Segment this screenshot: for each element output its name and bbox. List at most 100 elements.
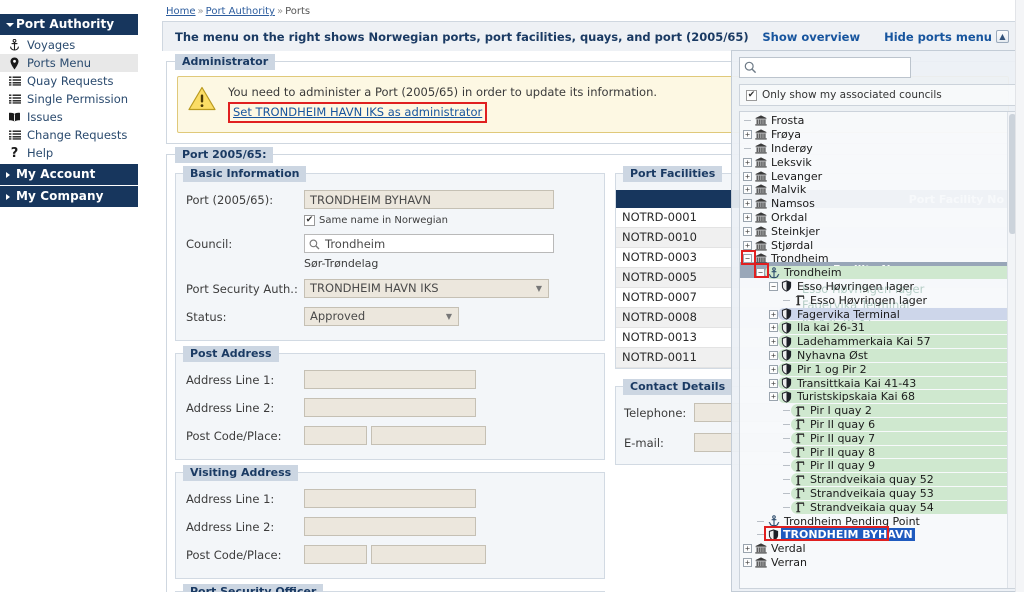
expand-icon[interactable]: + [768, 378, 779, 388]
post-place-input[interactable] [371, 426, 486, 445]
expand-icon[interactable]: + [742, 544, 753, 554]
warning-triangle-icon [188, 86, 216, 114]
expand-icon[interactable]: + [742, 171, 753, 181]
sidebar-item-quay-requests[interactable]: Quay Requests [0, 72, 138, 90]
post-address-line-2-input[interactable] [304, 398, 476, 417]
set-administrator-link[interactable]: Set TRONDHEIM HAVN IKS as administrator [228, 102, 488, 123]
tree-node[interactable]: + Steinkjer [740, 224, 1016, 238]
expand-icon[interactable]: + [742, 212, 753, 222]
page-scrollbar[interactable] [1015, 0, 1024, 592]
status-value: Approved [310, 309, 366, 323]
post-address-line-1-input[interactable] [304, 370, 476, 389]
tree-node[interactable]: + Levanger [740, 169, 1016, 183]
show-overview-link[interactable]: Show overview [762, 30, 860, 44]
tree-node[interactable]: Pir I quay 2 [740, 404, 1016, 418]
visiting-address-legend: Visiting Address [183, 465, 299, 481]
collapse-icon[interactable]: − [742, 254, 753, 264]
expand-icon[interactable]: + [768, 337, 779, 347]
sidebar-item-help[interactable]: ? Help [0, 144, 138, 162]
sidebar-item-voyages[interactable]: Voyages [0, 36, 138, 54]
tree-node[interactable]: + Turistskipskaia Kai 68 [740, 390, 1016, 404]
ports-menu-search[interactable] [739, 57, 911, 78]
crane-icon [792, 501, 807, 513]
tree-node[interactable]: Inderøy [740, 142, 1016, 156]
expand-icon[interactable]: + [742, 199, 753, 209]
port-security-auth-select[interactable]: TRONDHEIM HAVN IKS ▼ [304, 279, 549, 298]
visiting-post-code-input[interactable] [304, 545, 367, 564]
port-name-input[interactable]: TRONDHEIM BYHAVN [304, 190, 554, 209]
expand-icon[interactable]: + [768, 392, 779, 402]
chevron-up-icon[interactable]: ▲ [996, 30, 1009, 43]
tree-node[interactable]: + Leksvik [740, 155, 1016, 169]
notice-actions: Show overview Hide ports menu ▲ [762, 30, 1009, 44]
tree-node[interactable]: Pir II quay 9 [740, 459, 1016, 473]
same-name-checkbox[interactable]: ✔ [304, 215, 315, 226]
tree-node[interactable]: Strandveikaia quay 52 [740, 473, 1016, 487]
tree-node[interactable]: Esso Høvringen lager [740, 293, 1016, 307]
tree-node[interactable]: TRONDHEIM BYHAVN [740, 528, 1016, 542]
field-visiting-address-line-1: Address Line 1: [186, 489, 594, 508]
collapse-icon[interactable]: − [755, 268, 766, 278]
tree-node[interactable]: + Verran [740, 556, 1016, 570]
breadcrumb-home[interactable]: Home [166, 6, 196, 17]
expand-icon[interactable]: + [742, 226, 753, 236]
tree-node[interactable]: − Trondheim [740, 266, 1016, 280]
sidebar-section-my-company[interactable]: My Company [0, 186, 138, 207]
field-label: Port Security Auth.: [186, 281, 298, 296]
collapse-icon[interactable]: − [768, 281, 779, 291]
hide-ports-menu-link[interactable]: Hide ports menu [884, 30, 992, 44]
expand-icon[interactable]: + [742, 185, 753, 195]
tree-node-label: Transittkaia Kai 41-43 [797, 376, 917, 390]
sidebar-section-my-account[interactable]: My Account [0, 164, 138, 185]
tree-node[interactable]: + Pir 1 og Pir 2 [740, 362, 1016, 376]
tree-node[interactable]: + Malvik [740, 183, 1016, 197]
post-code-input[interactable] [304, 426, 367, 445]
tree-node[interactable]: − Trondheim [740, 252, 1016, 266]
tree-node[interactable]: Strandveikaia quay 54 [740, 500, 1016, 514]
expand-icon[interactable]: + [742, 157, 753, 167]
expand-icon[interactable]: + [768, 309, 779, 319]
tree-node[interactable]: Frosta [740, 114, 1016, 128]
ports-tree[interactable]: Facility Name Esso Høvringen lagerFagerv… [739, 111, 1017, 589]
crane-icon [792, 446, 807, 458]
tree-node[interactable]: + Nyhavna Øst [740, 349, 1016, 363]
only-associated-councils-checkbox[interactable]: ✔ [746, 89, 757, 101]
tree-node[interactable]: + Transittkaia Kai 41-43 [740, 376, 1016, 390]
sidebar-section-port-authority[interactable]: Port Authority [0, 14, 138, 35]
same-name-label: Same name in Norwegian [319, 215, 449, 226]
visiting-address-line-2-input[interactable] [304, 517, 476, 536]
ports-menu-search-input[interactable] [759, 58, 899, 77]
tree-node[interactable]: + Namsos [740, 197, 1016, 211]
breadcrumb-port-authority[interactable]: Port Authority [206, 6, 275, 17]
tree-node[interactable]: Pir II quay 6 [740, 418, 1016, 432]
tree-node[interactable]: + Orkdal [740, 211, 1016, 225]
tree-node[interactable]: Pir II quay 8 [740, 445, 1016, 459]
sidebar-item-single-permission[interactable]: Single Permission [0, 90, 138, 108]
status-select[interactable]: Approved ▼ [304, 307, 459, 326]
visiting-address-line-1-input[interactable] [304, 489, 476, 508]
tree-connector [755, 534, 766, 536]
council-input[interactable]: Trondheim [304, 234, 554, 253]
expand-icon[interactable]: + [742, 557, 753, 567]
tree-node[interactable]: + Verdal [740, 542, 1016, 556]
field-visiting-address-line-2: Address Line 2: [186, 517, 594, 536]
expand-icon[interactable]: + [742, 240, 753, 250]
tree-node[interactable]: Pir II quay 7 [740, 431, 1016, 445]
tree-node[interactable]: + Fagervika Terminal [740, 307, 1016, 321]
sidebar-item-issues[interactable]: Issues [0, 108, 138, 126]
tree-node[interactable]: + Ladehammerkaia Kai 57 [740, 335, 1016, 349]
tree-node[interactable]: − Esso Høvringen lager [740, 280, 1016, 294]
expand-icon[interactable]: + [768, 350, 779, 360]
sidebar-item-ports-menu[interactable]: Ports Menu [0, 54, 138, 72]
expand-icon[interactable]: + [768, 364, 779, 374]
tree-node[interactable]: Trondheim Pending Point [740, 514, 1016, 528]
tree-node[interactable]: + Ila kai 26-31 [740, 321, 1016, 335]
tree-node[interactable]: + Frøya [740, 128, 1016, 142]
expand-icon[interactable]: + [768, 323, 779, 333]
sidebar-item-change-requests[interactable]: Change Requests [0, 126, 138, 144]
expand-icon[interactable]: + [742, 130, 753, 140]
tree-node[interactable]: + Stjørdal [740, 238, 1016, 252]
tree-node[interactable]: Strandveikaia quay 53 [740, 487, 1016, 501]
tree-node-label: Inderøy [771, 141, 813, 155]
visiting-post-place-input[interactable] [371, 545, 486, 564]
